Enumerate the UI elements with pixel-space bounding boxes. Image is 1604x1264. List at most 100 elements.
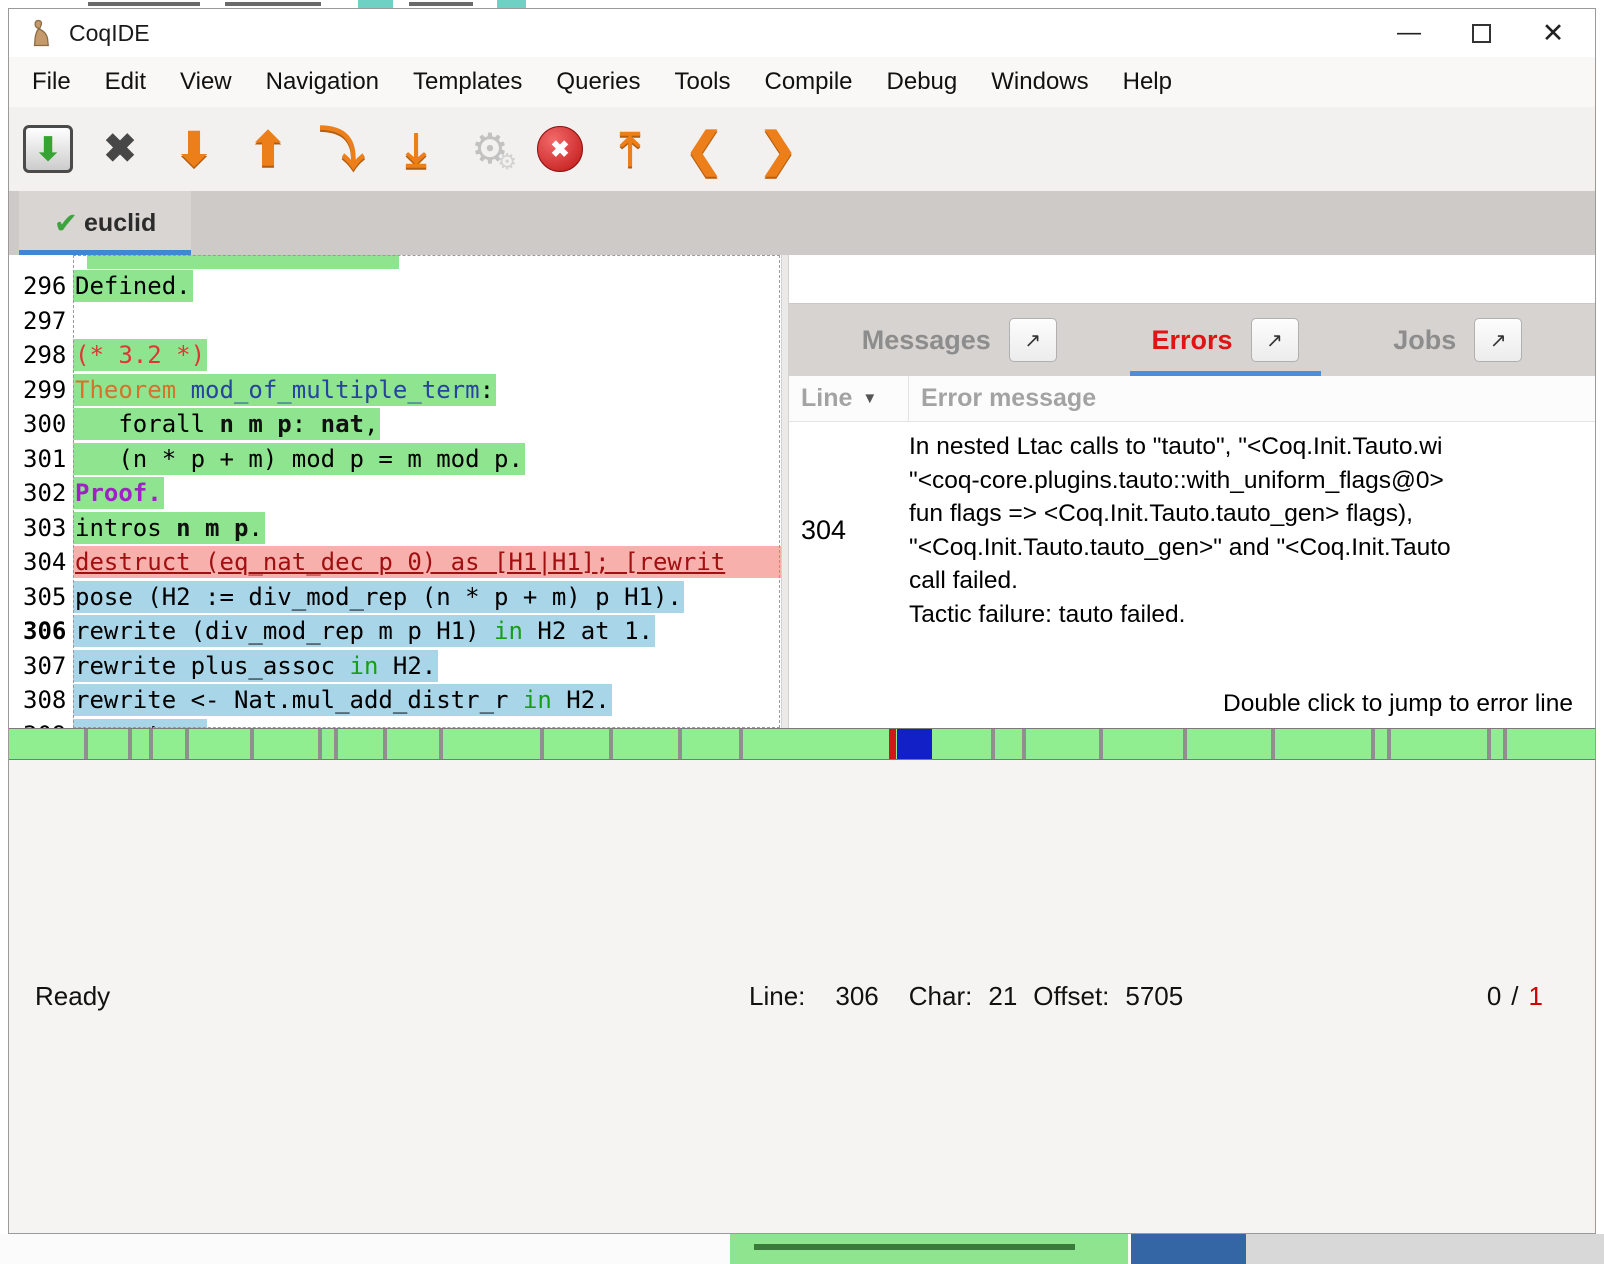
cursor-position: Line: 306 Char: 21 Offset: 5705 bbox=[749, 981, 1183, 1012]
preferences-button[interactable]: ⚙ bbox=[463, 121, 517, 177]
menu-item-help[interactable]: Help bbox=[1106, 68, 1189, 96]
background-text-fragment bbox=[225, 2, 321, 6]
code-line-299[interactable]: 299Theorem mod_of_multiple_term: bbox=[9, 373, 781, 408]
close-buffer-button[interactable]: ✖ bbox=[93, 121, 147, 177]
go-to-end-button[interactable]: ⤓ bbox=[389, 121, 443, 177]
code-line-302[interactable]: 302Proof. bbox=[9, 476, 781, 511]
tab-euclid[interactable]: ✔ euclid bbox=[19, 191, 191, 255]
background-text-fragment bbox=[88, 2, 200, 6]
progress-tick bbox=[149, 729, 153, 759]
line-number: 302 bbox=[9, 479, 73, 507]
close-button[interactable]: ✕ bbox=[1517, 9, 1589, 57]
next-button[interactable]: ❯ bbox=[751, 121, 805, 177]
background-text-fragment bbox=[754, 1244, 1075, 1250]
backward-one-button[interactable]: ⬆ bbox=[241, 121, 295, 177]
line-text: Proof. bbox=[73, 476, 781, 511]
pane-splitter[interactable] bbox=[781, 255, 789, 728]
detach-panel-button[interactable]: ↗ bbox=[1009, 318, 1057, 362]
line-text: Defined. bbox=[73, 269, 781, 304]
line-text: (n * p + m) mod p = m mod p. bbox=[73, 442, 781, 477]
menu-item-tools[interactable]: Tools bbox=[657, 68, 747, 96]
code-line-304[interactable]: 304destruct (eq_nat_dec p 0) as [H1|H1];… bbox=[9, 545, 781, 580]
background-scrollbar-fragment bbox=[1131, 1234, 1246, 1264]
progress-tick bbox=[1487, 729, 1491, 759]
line-number: 306 bbox=[9, 617, 73, 645]
detach-panel-button[interactable]: ↗ bbox=[1474, 318, 1522, 362]
down-to-bar-icon: ⤓ bbox=[406, 126, 426, 172]
menu-item-navigation[interactable]: Navigation bbox=[249, 68, 396, 96]
code-line-301[interactable]: 301 (n * p + m) mod p = m mod p. bbox=[9, 442, 781, 477]
detach-panel-button[interactable]: ↗ bbox=[1251, 318, 1299, 362]
count-errors: 1 bbox=[1529, 981, 1543, 1012]
column-header-line[interactable]: Line ▼ bbox=[789, 376, 909, 421]
right-pane: Messages↗Errors↗Jobs↗ Line ▼ Error messa… bbox=[789, 255, 1595, 728]
tab-label: euclid bbox=[84, 209, 156, 238]
script-editor[interactable]: 296Defined.297298(* 3.2 *)299Theorem mod… bbox=[9, 255, 781, 728]
sort-descending-icon: ▼ bbox=[862, 390, 877, 407]
background-text-fragment bbox=[409, 2, 473, 6]
up-arrow-icon: ⬆ bbox=[249, 126, 288, 172]
panel-tabs: Messages↗Errors↗Jobs↗ bbox=[789, 304, 1595, 376]
previous-button[interactable]: ❮ bbox=[677, 121, 731, 177]
menu-item-view[interactable]: View bbox=[163, 68, 249, 96]
code-line-303[interactable]: 303intros n m p. bbox=[9, 511, 781, 546]
panel-tab-messages[interactable]: Messages ↗ bbox=[840, 304, 1079, 376]
minimize-button[interactable]: — bbox=[1373, 9, 1445, 57]
menu-item-edit[interactable]: Edit bbox=[88, 68, 163, 96]
go-to-start-button[interactable]: ⤒ bbox=[603, 121, 657, 177]
line-label: Line: bbox=[749, 981, 805, 1012]
feedback-panel: Messages↗Errors↗Jobs↗ Line ▼ Error messa… bbox=[789, 303, 1595, 728]
forward-one-button[interactable]: ⬇ bbox=[167, 121, 221, 177]
gears-icon: ⚙ bbox=[471, 128, 509, 170]
code-line-307[interactable]: 307rewrite plus_assoc in H2. bbox=[9, 649, 781, 684]
progress-tick bbox=[609, 729, 613, 759]
menu-item-templates[interactable]: Templates bbox=[396, 68, 539, 96]
menu-item-queries[interactable]: Queries bbox=[539, 68, 657, 96]
progress-tick bbox=[991, 729, 995, 759]
line-text: rewrite (div_mod_rep m p H1) in H2 at 1. bbox=[73, 614, 781, 649]
menu-item-debug[interactable]: Debug bbox=[870, 68, 975, 96]
line-text bbox=[73, 304, 781, 339]
count-ok: 0 bbox=[1487, 981, 1501, 1012]
progress-tick bbox=[540, 729, 544, 759]
line-number: 304 bbox=[9, 548, 73, 576]
count-separator: / bbox=[1511, 981, 1518, 1012]
code-line-297[interactable]: 297 bbox=[9, 304, 781, 339]
stop-x-icon: ✖ bbox=[550, 138, 569, 161]
progress-error-segment bbox=[889, 729, 896, 759]
code-line-309[interactable]: 309symmetry. bbox=[9, 718, 781, 729]
panel-tab-jobs[interactable]: Jobs↗ bbox=[1371, 304, 1544, 376]
code-line-308[interactable]: 308rewrite <- Nat.mul_add_distr_r in H2. bbox=[9, 683, 781, 718]
tab-bar: ✔ euclid bbox=[9, 191, 1595, 255]
up-to-bar-icon: ⤒ bbox=[620, 126, 640, 172]
maximize-button[interactable] bbox=[1445, 9, 1517, 57]
char-value: 21 bbox=[988, 981, 1017, 1012]
code-line-300[interactable]: 300 forall n m p: nat, bbox=[9, 407, 781, 442]
progress-tick bbox=[185, 729, 189, 759]
line-number: 307 bbox=[9, 652, 73, 680]
interrupt-button[interactable]: ✖ bbox=[537, 126, 583, 172]
line-column-label: Line bbox=[801, 384, 852, 413]
line-number: 296 bbox=[9, 272, 73, 300]
save-button[interactable]: ⬇ bbox=[23, 125, 73, 173]
line-number: 308 bbox=[9, 686, 73, 714]
menu-item-compile[interactable]: Compile bbox=[748, 68, 870, 96]
panel-tab-errors[interactable]: Errors↗ bbox=[1130, 304, 1321, 376]
line-number: 300 bbox=[9, 410, 73, 438]
error-row[interactable]: 304 In nested Ltac calls to "tauto", "<C… bbox=[789, 422, 1595, 631]
go-to-cursor-button[interactable]: ⤵ bbox=[315, 121, 369, 177]
progress-tick bbox=[1099, 729, 1103, 759]
error-message-cell: In nested Ltac calls to "tauto", "<Coq.I… bbox=[909, 430, 1595, 631]
menu-item-windows[interactable]: Windows bbox=[974, 68, 1105, 96]
background-panel-fragment bbox=[1246, 1234, 1604, 1264]
panel-tab-label: Messages bbox=[862, 325, 991, 356]
code-line-296[interactable]: 296Defined. bbox=[9, 269, 781, 304]
checkmark-icon: ✔ bbox=[54, 206, 78, 241]
code-line-305[interactable]: 305pose (H2 := div_mod_rep (n * p + m) p… bbox=[9, 580, 781, 615]
line-text: Theorem mod_of_multiple_term: bbox=[73, 373, 781, 408]
code-line-306[interactable]: 306rewrite (div_mod_rep m p H1) in H2 at… bbox=[9, 614, 781, 649]
error-message-line: call failed. bbox=[909, 564, 1595, 598]
line-number: 297 bbox=[9, 307, 73, 335]
menu-item-file[interactable]: File bbox=[15, 68, 88, 96]
code-line-298[interactable]: 298(* 3.2 *) bbox=[9, 338, 781, 373]
